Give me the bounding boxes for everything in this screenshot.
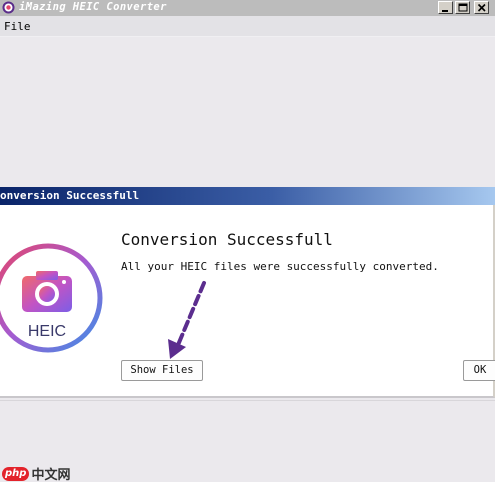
success-dialog: HEIC Conversion Successfull All your HEI… bbox=[0, 205, 495, 398]
dialog-message: All your HEIC files were successfully co… bbox=[121, 260, 439, 273]
bottom-area bbox=[0, 400, 495, 482]
title-bar[interactable]: iMazing HEIC Converter bbox=[0, 0, 495, 16]
main-content-area bbox=[0, 37, 495, 187]
close-icon bbox=[477, 3, 486, 12]
minimize-icon bbox=[442, 10, 448, 12]
ok-button[interactable]: OK bbox=[463, 360, 495, 381]
camera-icon bbox=[22, 271, 72, 312]
menu-bar: File bbox=[0, 16, 495, 37]
minimize-button[interactable] bbox=[438, 1, 453, 14]
maximize-icon bbox=[458, 3, 468, 12]
main-window: iMazing HEIC Converter File bbox=[0, 0, 495, 187]
heic-logo-text: HEIC bbox=[28, 323, 66, 340]
dialog-heading: Conversion Successfull bbox=[121, 230, 333, 249]
app-icon bbox=[2, 1, 15, 14]
heic-logo: HEIC bbox=[0, 243, 103, 353]
dialog-title-bar[interactable]: onversion Successfull bbox=[0, 187, 495, 205]
menu-file[interactable]: File bbox=[4, 20, 31, 33]
window-title: iMazing HEIC Converter bbox=[19, 1, 167, 13]
watermark-text: 中文网 bbox=[31, 468, 71, 482]
maximize-button[interactable] bbox=[455, 1, 470, 14]
arrow-icon bbox=[168, 281, 206, 359]
watermark-badge: php bbox=[2, 466, 30, 481]
show-files-button[interactable]: Show Files bbox=[121, 360, 203, 381]
watermark: php 中文网 bbox=[2, 463, 71, 482]
dialog-title: onversion Successfull bbox=[0, 189, 140, 202]
close-button[interactable] bbox=[474, 1, 489, 14]
